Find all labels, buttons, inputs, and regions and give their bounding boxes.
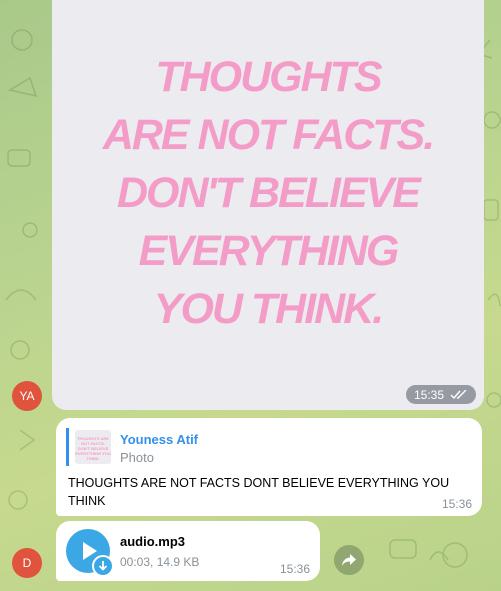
double-check-icon — [450, 389, 467, 399]
forward-button[interactable] — [334, 545, 364, 575]
message-time: 15:35 — [413, 387, 444, 402]
message-time-pill: 15:35 — [405, 385, 476, 404]
audio-file-meta: 00:03, 14.9 KB — [120, 555, 200, 569]
avatar[interactable]: YA — [12, 381, 42, 411]
message-time: 15:36 — [441, 497, 472, 511]
audio-message[interactable]: audio.mp3 00:03, 14.9 KB 15:36 — [56, 521, 320, 581]
quote-line: THOUGHTS — [155, 53, 382, 101]
quote-line: EVERYTHING — [138, 227, 400, 275]
quote-image: THOUGHTS ARE NOT FACTS. DON'T BELIEVE EV… — [52, 48, 484, 338]
reply-quote[interactable]: THOUGHTS ARE NOT FACTS. DON'T BELIEVE EV… — [66, 428, 375, 466]
photo-message[interactable]: THOUGHTS ARE NOT FACTS. DON'T BELIEVE EV… — [52, 0, 484, 410]
download-icon — [98, 561, 108, 571]
reply-type: Photo — [120, 450, 154, 465]
quote-line: YOU THINK. — [153, 285, 384, 333]
reply-message[interactable]: THOUGHTS ARE NOT FACTS. DON'T BELIEVE EV… — [56, 418, 482, 516]
message-time: 15:36 — [279, 562, 310, 576]
reply-author: Youness Atif — [120, 432, 199, 447]
avatar-initials: YA — [19, 389, 35, 403]
audio-file-name: audio.mp3 — [120, 534, 186, 549]
reply-thumbnail: THOUGHTS ARE NOT FACTS. DON'T BELIEVE EV… — [75, 430, 111, 464]
quote-line: DON'T BELIEVE — [117, 169, 421, 217]
download-button[interactable] — [92, 555, 114, 577]
message-text: THOUGHTS ARE NOT FACTS DONT BELIEVE EVER… — [68, 476, 450, 508]
avatar[interactable]: D — [12, 548, 42, 578]
avatar-initials: D — [22, 556, 32, 570]
quote-line: ARE NOT FACTS. — [102, 111, 435, 159]
forward-arrow-icon — [342, 554, 356, 566]
